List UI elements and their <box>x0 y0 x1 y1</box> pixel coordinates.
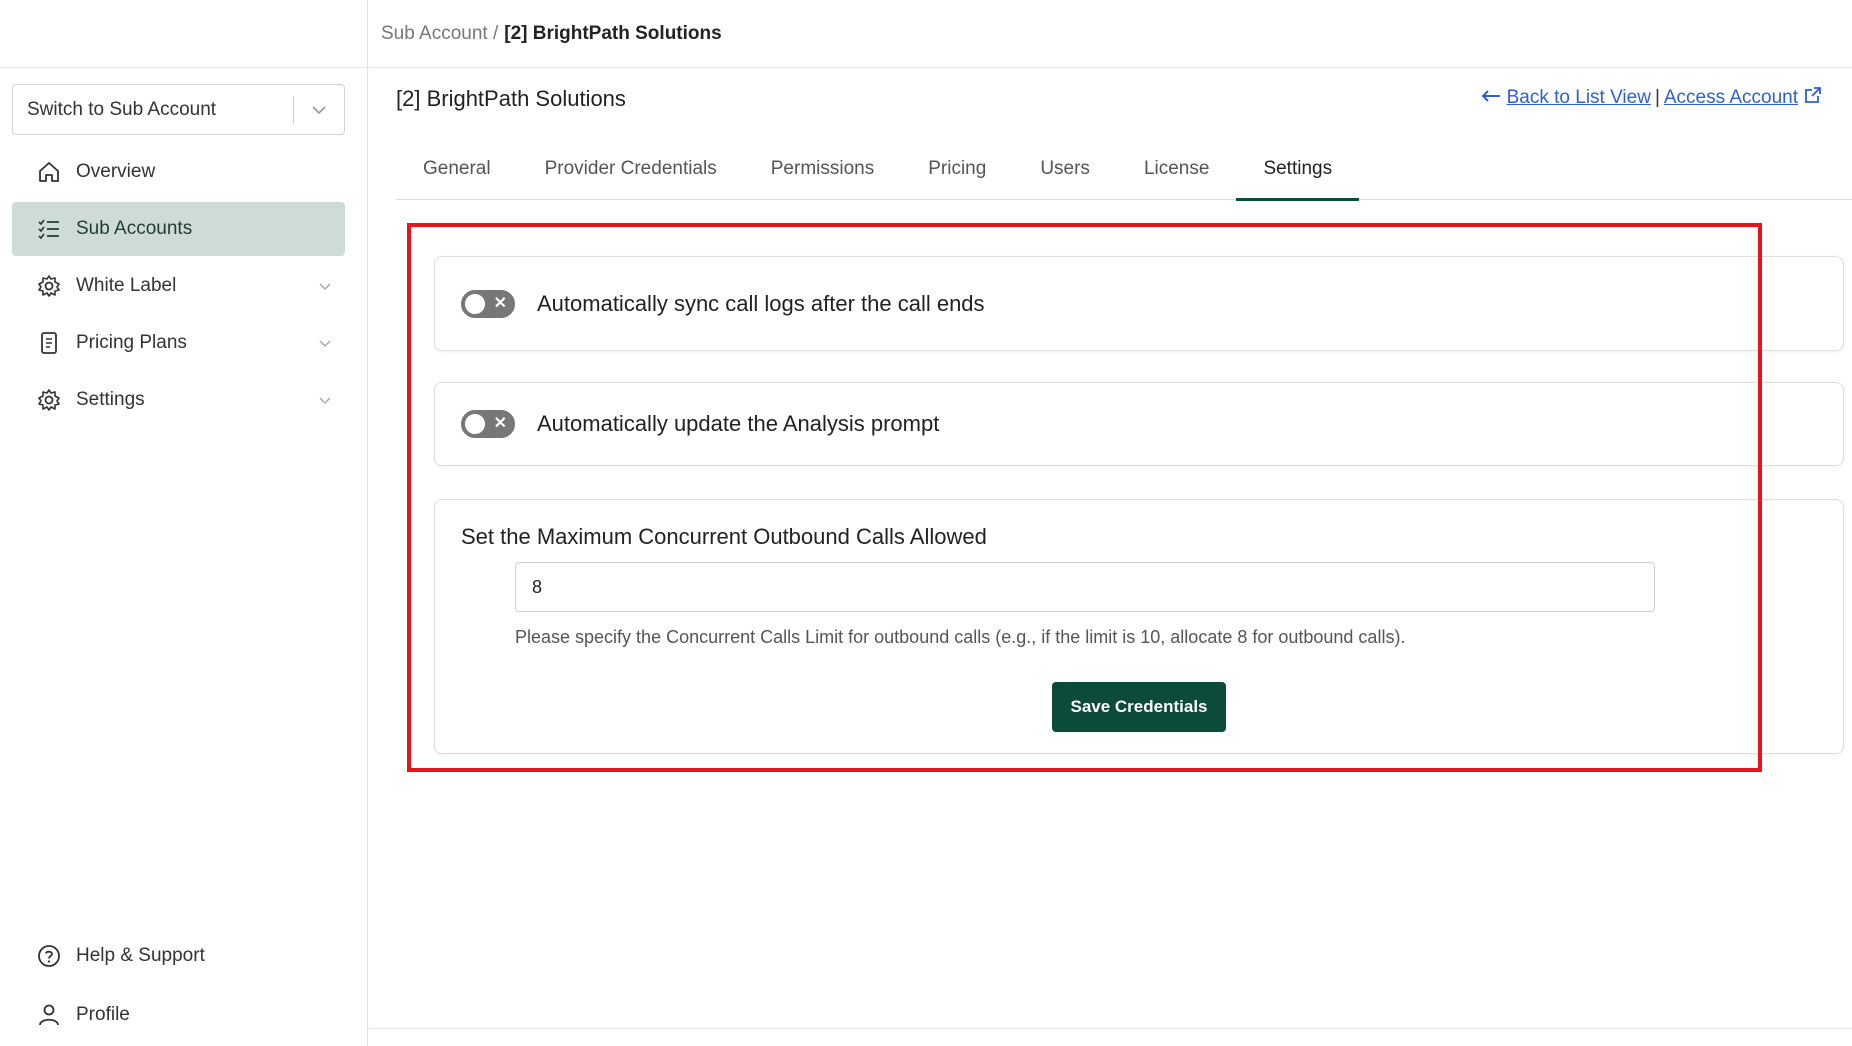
sidebar-logo-area <box>0 0 367 68</box>
tab-general[interactable]: General <box>396 138 518 200</box>
breadcrumb-parent[interactable]: Sub Account / <box>381 23 498 45</box>
sidebar: Switch to Sub Account Overview Sub Accou… <box>0 0 368 1046</box>
sync-call-logs-card: ✕ Automatically sync call logs after the… <box>434 256 1844 351</box>
sidebar-item-sub-accounts[interactable]: Sub Accounts <box>12 202 345 256</box>
tab-pricing[interactable]: Pricing <box>901 138 1013 200</box>
chevron-down-icon <box>305 335 345 351</box>
chevron-down-icon <box>305 278 345 294</box>
sidebar-item-overview[interactable]: Overview <box>12 145 345 199</box>
update-prompt-label: Automatically update the Analysis prompt <box>537 411 940 436</box>
outbound-limit-card: Set the Maximum Concurrent Outbound Call… <box>434 499 1844 754</box>
tab-permissions[interactable]: Permissions <box>744 138 901 200</box>
sidebar-item-profile[interactable]: Profile <box>12 987 345 1043</box>
update-prompt-card: ✕ Automatically update the Analysis prom… <box>434 382 1844 466</box>
help-circle-icon <box>36 943 62 969</box>
sidebar-item-white-label[interactable]: White Label <box>12 259 345 313</box>
sidebar-item-label: Sub Accounts <box>76 218 193 239</box>
header-links: Back to List View | Access Account <box>1481 86 1822 110</box>
bottom-divider <box>369 1028 1852 1029</box>
switch-sub-account-dropdown[interactable]: Switch to Sub Account <box>12 84 345 135</box>
external-link-icon[interactable] <box>1804 86 1822 110</box>
main-content: [2] BrightPath Solutions Back to List Vi… <box>369 69 1852 1046</box>
sync-call-logs-label: Automatically sync call logs after the c… <box>537 290 985 316</box>
page-title: [2] BrightPath Solutions <box>396 86 626 111</box>
gear-icon <box>36 273 62 299</box>
user-icon <box>36 1002 62 1028</box>
gear-icon <box>36 387 62 413</box>
sidebar-item-pricing-plans[interactable]: Pricing Plans <box>12 316 345 370</box>
home-icon <box>36 159 62 185</box>
sidebar-item-help-support[interactable]: Help & Support <box>12 928 345 984</box>
sidebar-item-label: Help & Support <box>76 945 205 966</box>
outbound-limit-hint: Please specify the Concurrent Calls Limi… <box>515 627 1406 647</box>
sidebar-item-label: Profile <box>76 1004 130 1025</box>
sidebar-bottom-nav: Help & Support Profile <box>12 928 345 1046</box>
tab-settings[interactable]: Settings <box>1236 138 1359 201</box>
sync-call-logs-toggle[interactable]: ✕ <box>461 289 515 318</box>
sidebar-item-settings[interactable]: Settings <box>12 373 345 427</box>
toggle-knob <box>465 414 485 434</box>
switcher-label: Switch to Sub Account <box>27 98 217 120</box>
update-prompt-toggle[interactable]: ✕ <box>461 410 515 438</box>
receipt-icon <box>36 330 62 356</box>
breadcrumb: Sub Account / [2] BrightPath Solutions <box>369 0 1852 68</box>
sidebar-item-label: Overview <box>76 161 156 182</box>
outbound-limit-title: Set the Maximum Concurrent Outbound Call… <box>461 524 987 549</box>
save-credentials-button[interactable]: Save Credentials <box>1052 682 1226 732</box>
access-account-link[interactable]: Access Account <box>1664 87 1798 109</box>
chevron-down-icon[interactable] <box>294 101 344 119</box>
link-separator: | <box>1654 87 1660 108</box>
outbound-limit-input[interactable] <box>515 562 1655 612</box>
chevron-down-icon <box>305 392 345 408</box>
back-to-list-link[interactable]: Back to List View <box>1507 87 1651 109</box>
tab-bar: General Provider Credentials Permissions… <box>396 138 1852 201</box>
sidebar-nav: Overview Sub Accounts White Label Pricin… <box>12 145 345 430</box>
close-icon: ✕ <box>493 294 507 312</box>
tab-provider-credentials[interactable]: Provider Credentials <box>518 138 744 200</box>
breadcrumb-current: [2] BrightPath Solutions <box>504 22 722 44</box>
tab-license[interactable]: License <box>1117 138 1237 200</box>
toggle-knob <box>465 293 485 314</box>
list-check-icon <box>36 216 62 242</box>
close-icon: ✕ <box>493 415 507 432</box>
sidebar-item-label: White Label <box>76 275 177 296</box>
arrow-left-icon[interactable] <box>1481 87 1501 109</box>
sidebar-item-label: Settings <box>76 389 145 410</box>
tab-users[interactable]: Users <box>1013 138 1117 200</box>
sidebar-item-label: Pricing Plans <box>76 332 187 353</box>
